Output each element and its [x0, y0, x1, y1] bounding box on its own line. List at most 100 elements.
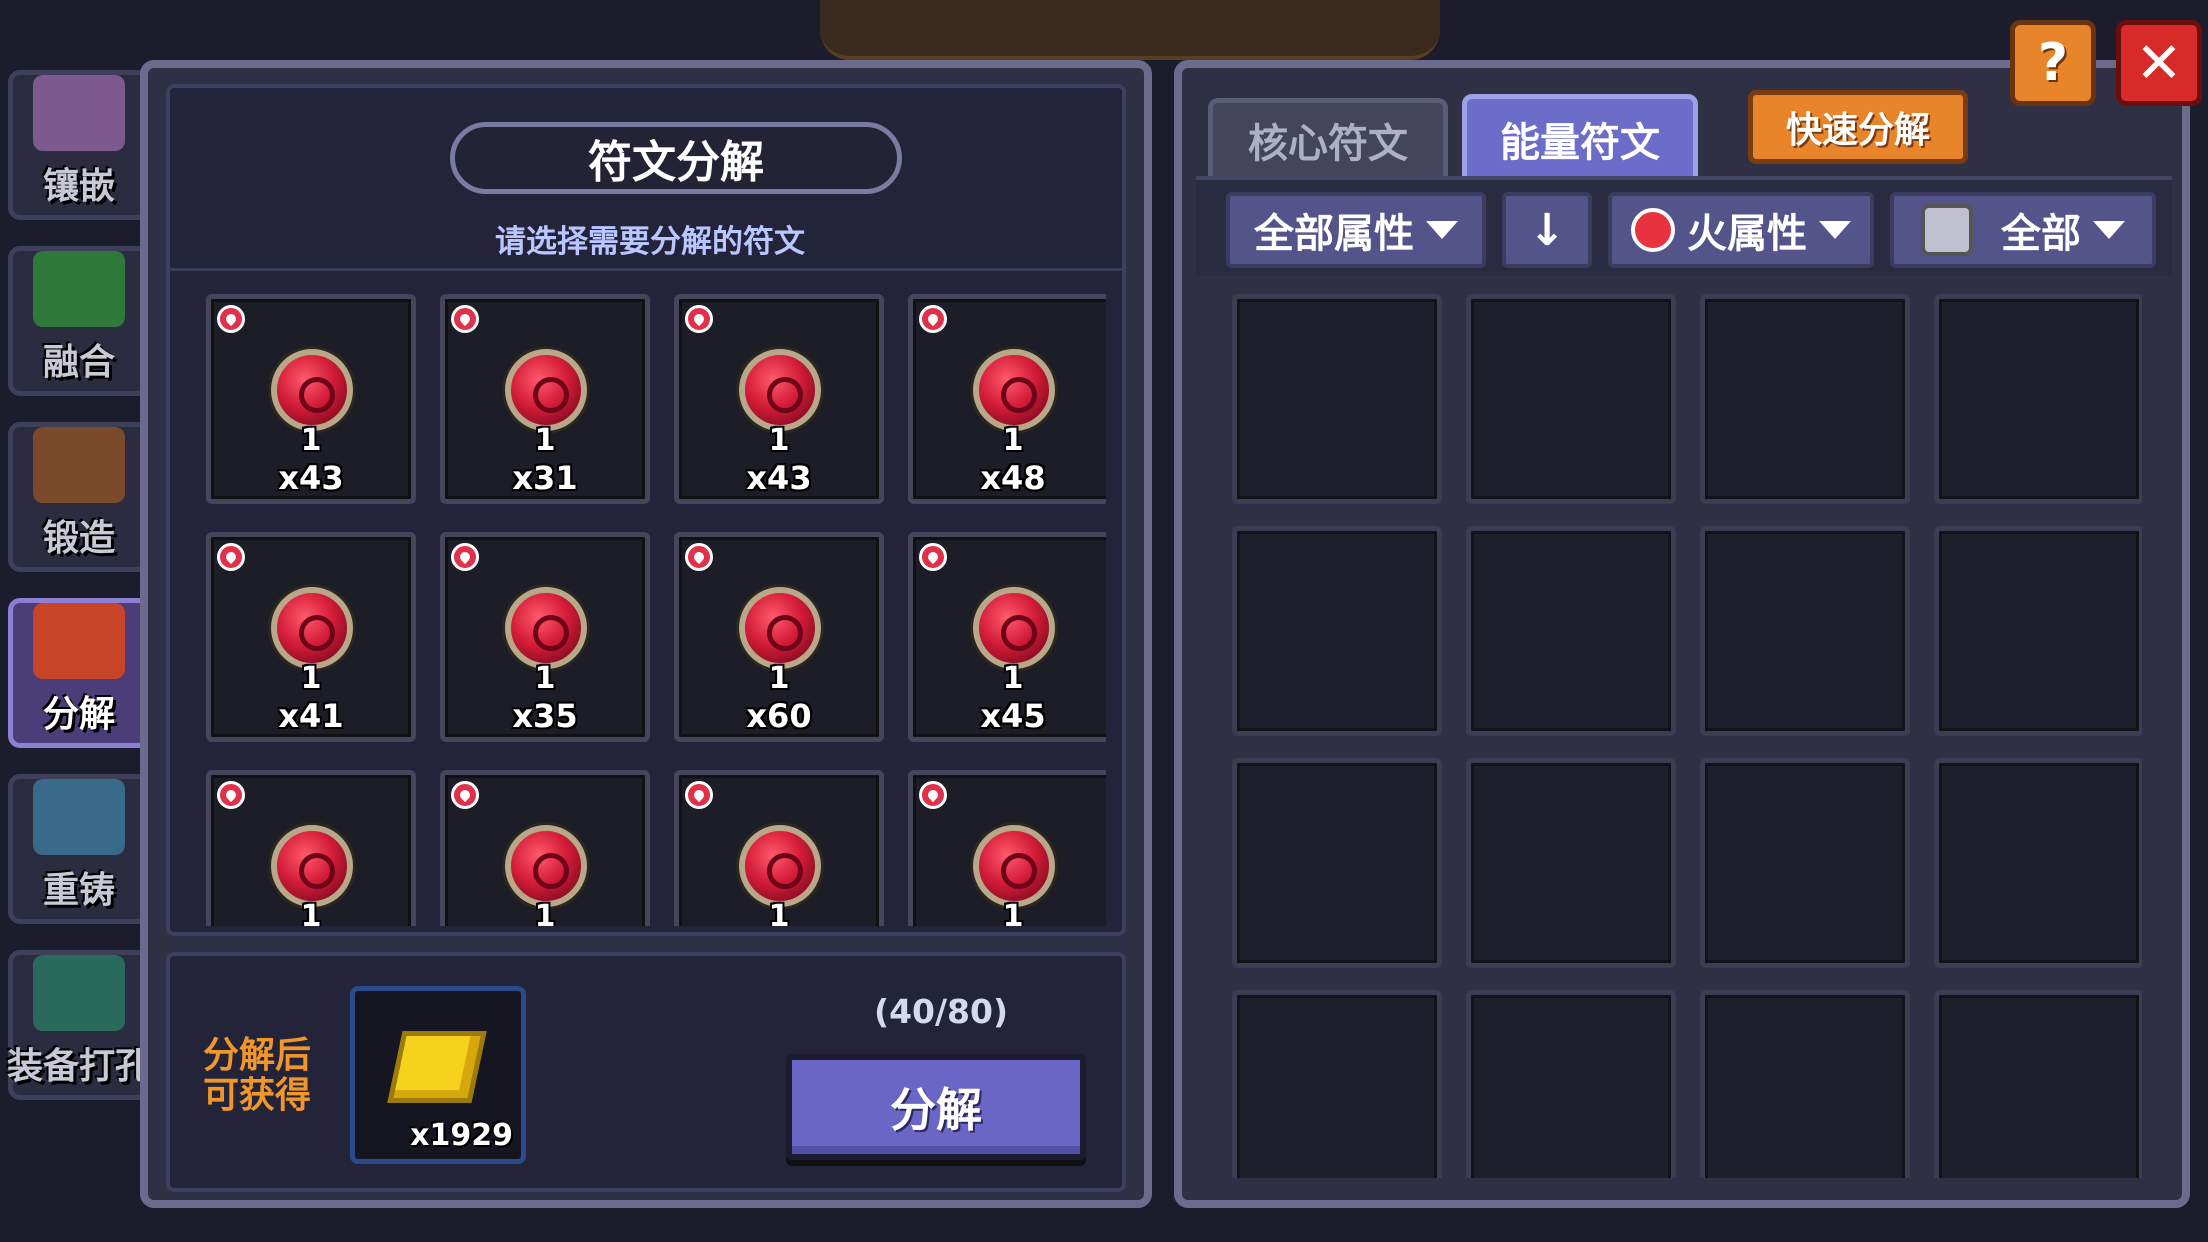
- fire-element-icon: [685, 305, 713, 333]
- fire-element-icon: [919, 781, 947, 809]
- rune-slot[interactable]: 1: [206, 770, 416, 926]
- rune-slot[interactable]: 1 x43: [206, 294, 416, 504]
- rune-quantity: x35: [512, 697, 578, 735]
- rune-inventory-panel: 核心符文 能量符文 快速分解 全部属性 ↓ 火属性 全部: [1174, 60, 2190, 1208]
- empty-rune-slot[interactable]: [1232, 758, 1442, 968]
- element-filter-dropdown[interactable]: 火属性: [1608, 192, 1874, 268]
- fire-rune-icon: [739, 825, 821, 907]
- forge-icon: [33, 427, 125, 503]
- rune-level: 1: [300, 423, 322, 458]
- empty-rune-slot[interactable]: [1700, 526, 1910, 736]
- rune-slot[interactable]: 1: [908, 770, 1106, 926]
- fire-element-icon: [217, 305, 245, 333]
- sidebar-item-1[interactable]: 融合: [8, 246, 150, 396]
- category-filter-dropdown[interactable]: 全部: [1890, 192, 2156, 268]
- fire-rune-icon: [505, 825, 587, 907]
- sidebar-item-3[interactable]: 分解: [8, 598, 150, 748]
- sort-button[interactable]: ↓: [1502, 192, 1592, 268]
- attribute-filter-label: 全部属性: [1254, 211, 1414, 257]
- decompose-button[interactable]: 分解: [786, 1054, 1086, 1160]
- fire-element-icon: [451, 781, 479, 809]
- fire-rune-icon: [505, 349, 587, 431]
- rune-slot[interactable]: 1 x41: [206, 532, 416, 742]
- empty-rune-slot[interactable]: [1934, 990, 2142, 1178]
- fire-element-icon: [919, 305, 947, 333]
- sidebar-item-5[interactable]: 装备打孔: [7, 950, 151, 1100]
- rune-slot[interactable]: 1 x43: [674, 294, 884, 504]
- fire-rune-icon: [505, 587, 587, 669]
- rune-level: 1: [300, 661, 322, 696]
- empty-rune-slot[interactable]: [1466, 526, 1676, 736]
- fire-rune-icon: [973, 825, 1055, 907]
- rune-level: 1: [1002, 899, 1024, 926]
- chevron-down-icon: [1819, 221, 1851, 239]
- help-button[interactable]: ?: [2010, 20, 2096, 106]
- empty-rune-slot[interactable]: [1700, 758, 1910, 968]
- decompose-slot-grid: [1232, 294, 2142, 1178]
- rune-slot[interactable]: 1 x48: [908, 294, 1106, 504]
- capacity-counter: (40/80): [874, 992, 1009, 1031]
- empty-rune-slot[interactable]: [1232, 990, 1442, 1178]
- tab-energy-runes[interactable]: 能量符文: [1462, 94, 1698, 184]
- empty-rune-slot[interactable]: [1466, 990, 1676, 1178]
- fire-element-icon: [451, 305, 479, 333]
- empty-rune-slot[interactable]: [1934, 294, 2142, 504]
- background-decoration: [820, 0, 1440, 60]
- fire-element-icon: [685, 543, 713, 571]
- empty-rune-slot[interactable]: [1700, 990, 1910, 1178]
- rune-selection-area: 符文分解 请选择需要分解的符文 1 x43 1 x31 1 x43 1 x48 1 x41 1 x35…: [166, 84, 1126, 936]
- recast-icon: [33, 779, 125, 855]
- fire-element-icon: [685, 781, 713, 809]
- fire-rune-icon: [739, 349, 821, 431]
- sidebar-item-label: 分解: [42, 694, 115, 735]
- reward-area: 分解后可获得 x1929 (40/80) 分解: [166, 952, 1126, 1192]
- rune-slot[interactable]: 1 x35: [440, 532, 650, 742]
- close-button[interactable]: ✕: [2116, 20, 2202, 106]
- rune-quantity: x60: [746, 697, 812, 735]
- fire-icon: [1631, 208, 1675, 252]
- empty-rune-slot[interactable]: [1934, 526, 2142, 736]
- rune-quantity: x41: [278, 697, 344, 735]
- rune-slot[interactable]: 1 x60: [674, 532, 884, 742]
- rune-slot[interactable]: 1: [440, 770, 650, 926]
- sidebar-item-0[interactable]: 镶嵌: [8, 70, 150, 220]
- attribute-filter-dropdown[interactable]: 全部属性: [1226, 192, 1486, 268]
- empty-rune-slot[interactable]: [1232, 294, 1442, 504]
- sidebar-item-2[interactable]: 锻造: [8, 422, 150, 572]
- rune-level: 1: [1002, 423, 1024, 458]
- sidebar: 镶嵌融合锻造分解重铸装备打孔: [0, 70, 160, 1130]
- rune-level: 1: [300, 899, 322, 926]
- robot-icon: [1921, 204, 1973, 256]
- gain-label: 分解后可获得: [202, 1035, 311, 1116]
- quick-decompose-button[interactable]: 快速分解: [1748, 90, 1968, 164]
- category-filter-label: 全部: [2001, 211, 2081, 257]
- fire-element-icon: [919, 543, 947, 571]
- panel-subtitle: 请选择需要分解的符文: [495, 224, 805, 260]
- fire-rune-icon: [271, 349, 353, 431]
- rune-slot[interactable]: 1 x31: [440, 294, 650, 504]
- rune-level: 1: [534, 423, 556, 458]
- empty-rune-slot[interactable]: [1466, 294, 1676, 504]
- fire-element-icon: [451, 543, 479, 571]
- empty-rune-slot[interactable]: [1466, 758, 1676, 968]
- rune-level: 1: [768, 423, 790, 458]
- sidebar-item-4[interactable]: 重铸: [8, 774, 150, 924]
- rune-slot[interactable]: 1: [674, 770, 884, 926]
- reward-slot[interactable]: x1929: [350, 986, 526, 1164]
- rune-quantity: x43: [746, 459, 812, 497]
- arrow-down-icon: ↓: [1528, 204, 1566, 256]
- element-filter-label: 火属性: [1687, 211, 1807, 257]
- sidebar-item-label: 镶嵌: [42, 166, 115, 207]
- rune-level: 1: [768, 899, 790, 926]
- rune-quantity: x43: [278, 459, 344, 497]
- empty-rune-slot[interactable]: [1232, 526, 1442, 736]
- empty-rune-slot[interactable]: [1700, 294, 1910, 504]
- empty-rune-slot[interactable]: [1934, 758, 2142, 968]
- rune-level: 1: [1002, 661, 1024, 696]
- inlay-icon: [33, 75, 125, 151]
- reward-quantity: x1929: [410, 1118, 513, 1153]
- fusion-icon: [33, 251, 125, 327]
- tab-core-runes[interactable]: 核心符文: [1208, 98, 1448, 182]
- sidebar-item-label: 重铸: [42, 870, 115, 911]
- rune-slot[interactable]: 1 x45: [908, 532, 1106, 742]
